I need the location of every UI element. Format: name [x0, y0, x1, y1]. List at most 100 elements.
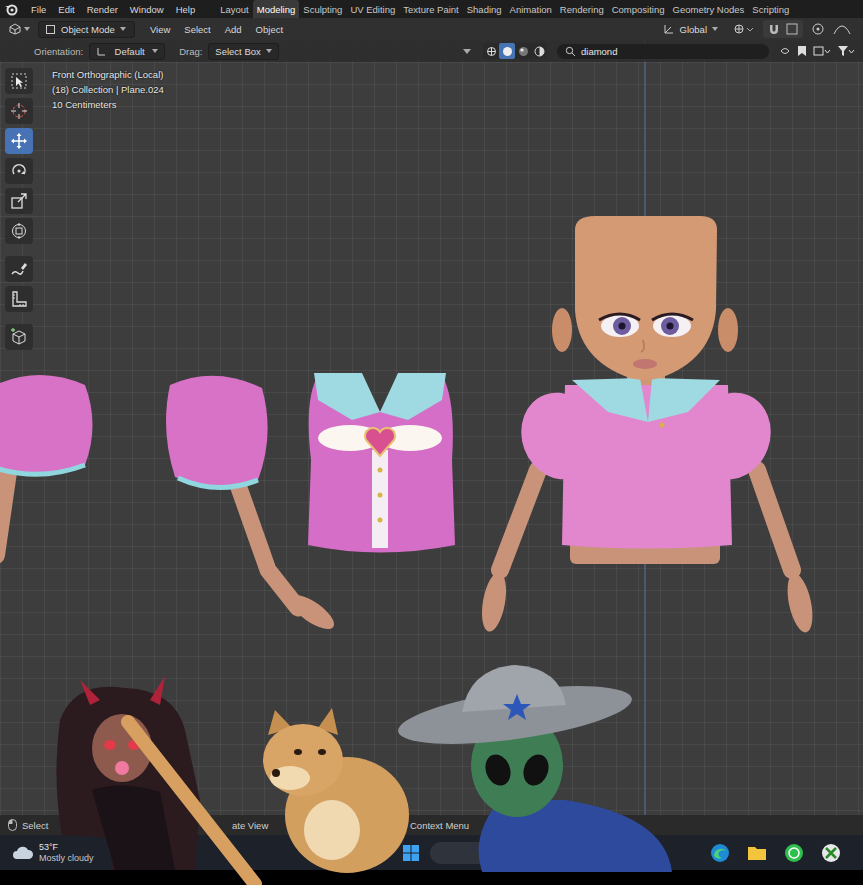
horns — [80, 676, 165, 705]
hat-crown — [462, 665, 566, 712]
magnet-icon[interactable] — [767, 22, 781, 36]
overlay-chevron-icon[interactable] — [463, 49, 471, 54]
falloff-icon[interactable] — [833, 22, 851, 36]
header-menu[interactable]: Select — [179, 24, 215, 35]
workspace-tab[interactable]: Layout — [216, 0, 253, 18]
search-field[interactable]: diamond — [557, 44, 769, 59]
taskbar-search[interactable] — [430, 842, 590, 864]
workspace-tab[interactable]: Scripting — [748, 0, 793, 18]
transform-orientation-dropdown[interactable]: Global — [656, 20, 725, 38]
tool-button[interactable] — [5, 158, 33, 184]
tool-button[interactable] — [5, 256, 33, 282]
doge-sticker — [263, 708, 409, 873]
workspace-tab[interactable]: Animation — [506, 0, 556, 18]
pivot-circle — [735, 25, 743, 33]
bookmark-icon[interactable] — [797, 45, 807, 57]
baseball-bat — [128, 722, 255, 884]
pivot-icon[interactable] — [733, 22, 755, 36]
vest[interactable] — [308, 373, 455, 553]
sleeve-left[interactable] — [0, 375, 93, 555]
edge-icon[interactable] — [710, 843, 730, 863]
header-menu[interactable]: Object — [251, 24, 288, 35]
clear-icon[interactable] — [779, 45, 791, 57]
status-item: ate View — [232, 820, 410, 831]
axes-icon — [663, 23, 675, 35]
sleeve-cuff — [178, 478, 258, 488]
dog-head — [263, 724, 343, 796]
tool-button[interactable] — [5, 324, 33, 350]
workspace-tab[interactable]: Modeling — [253, 0, 300, 18]
weather-widget[interactable]: 53°F Mostly cloudy — [12, 842, 94, 864]
arm — [238, 485, 298, 608]
workspace-tabs: LayoutModelingSculptingUV EditingTexture… — [216, 0, 793, 18]
snap-target-icon[interactable] — [785, 22, 799, 36]
display-mode-icon[interactable] — [813, 45, 831, 57]
weather-condition: Mostly cloudy — [39, 853, 94, 864]
character[interactable] — [478, 216, 817, 635]
header-menu[interactable]: View — [145, 24, 175, 35]
rotate-center — [18, 170, 21, 173]
material-highlight — [520, 48, 523, 51]
lash-left — [599, 314, 640, 320]
shading-button[interactable] — [499, 43, 515, 59]
workspace-tab[interactable]: Sculpting — [299, 0, 346, 18]
xbox-icon[interactable] — [821, 843, 841, 863]
top-bar: FileEditRenderWindowHelp LayoutModelingS… — [0, 0, 863, 18]
orientation-value: Default — [115, 46, 145, 57]
filter-funnel — [838, 46, 848, 56]
hand-left — [478, 571, 510, 634]
hand-right — [783, 571, 817, 634]
shading-buttons — [483, 43, 547, 59]
shading-button[interactable] — [531, 43, 547, 59]
menu-item[interactable]: Window — [125, 4, 169, 15]
editor-type-button[interactable] — [4, 23, 34, 35]
shading-button[interactable] — [483, 43, 499, 59]
rendered-icon — [534, 46, 545, 57]
header-menu[interactable]: Add — [220, 24, 247, 35]
orientation-dropdown[interactable]: Default — [89, 43, 165, 60]
dog-body — [285, 757, 409, 873]
workspace-tab[interactable]: Compositing — [608, 0, 669, 18]
tool-button[interactable] — [5, 68, 33, 94]
workspace-tab[interactable]: Texture Paint — [399, 0, 462, 18]
transform-icon — [10, 222, 28, 240]
scarf — [479, 800, 672, 872]
blender-logo-icon[interactable] — [4, 2, 18, 16]
menu-item[interactable]: Help — [171, 4, 201, 15]
filter-icon[interactable] — [837, 45, 855, 57]
tool-button[interactable] — [5, 286, 33, 312]
menu-item[interactable]: File — [26, 4, 51, 15]
placket — [372, 450, 388, 548]
alien-eye — [519, 751, 552, 789]
tool-button[interactable] — [5, 218, 33, 244]
tool-button[interactable] — [5, 128, 33, 154]
windows-start-icon[interactable] — [402, 844, 420, 862]
collar-right — [380, 373, 446, 420]
tool-button[interactable] — [5, 188, 33, 214]
proportional-edit-icon[interactable] — [811, 22, 825, 36]
workspace-tab[interactable]: Geometry Nodes — [669, 0, 749, 18]
button — [378, 493, 383, 498]
eye — [128, 740, 140, 750]
mode-dropdown[interactable]: Object Mode — [38, 21, 135, 38]
mode-square — [47, 25, 55, 33]
cloud-icon — [12, 845, 34, 861]
shading-button[interactable] — [515, 43, 531, 59]
viewport-header: Object Mode View Select Add Object Global — [0, 18, 863, 40]
drag-dropdown[interactable]: Select Box — [208, 43, 278, 60]
menu-item[interactable]: Render — [82, 4, 123, 15]
display-rect — [814, 47, 823, 55]
3d-viewport[interactable]: Orientation: Default Drag: Select Box di… — [0, 40, 863, 815]
menu-item[interactable]: Edit — [53, 4, 79, 15]
pivot-cross — [735, 25, 743, 33]
workspace-tab[interactable]: Rendering — [556, 0, 608, 18]
workspace-tab[interactable]: Shading — [463, 0, 506, 18]
chevron-icon — [24, 27, 30, 31]
wire-circle — [487, 47, 495, 55]
folder-icon[interactable] — [747, 844, 767, 862]
workspace-tab[interactable]: UV Editing — [346, 0, 399, 18]
whatsapp-icon[interactable] — [784, 843, 804, 863]
tool-button[interactable] — [5, 98, 33, 124]
dog-nose — [272, 769, 280, 777]
logo-dot — [10, 8, 13, 11]
